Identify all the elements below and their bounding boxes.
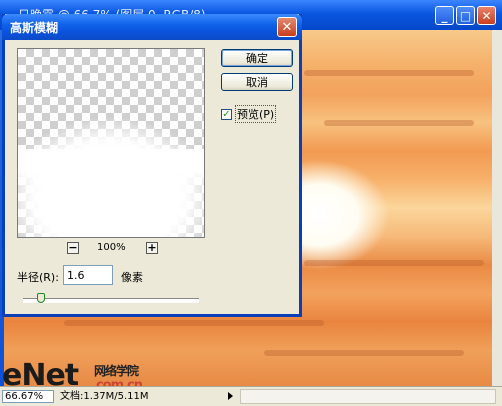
- cloud-streak: [304, 260, 484, 266]
- status-menu-arrow-icon[interactable]: [228, 392, 233, 400]
- cloud-streak: [304, 70, 474, 76]
- radius-slider-track[interactable]: [23, 298, 199, 303]
- cloud-streak: [264, 350, 464, 356]
- zoom-level-field[interactable]: 66.67%: [2, 390, 54, 403]
- radius-label: 半径(R):: [17, 271, 59, 284]
- radius-unit-label: 像素: [121, 271, 143, 284]
- preview-blurred-base: [18, 149, 204, 187]
- dialog-title: 高斯模糊: [10, 21, 59, 35]
- preview-label: 预览(P): [235, 105, 277, 123]
- cancel-button[interactable]: 取消: [221, 73, 293, 91]
- radius-input[interactable]: [63, 265, 113, 285]
- gaussian-blur-dialog: 高斯模糊 ✕ − 100% + 确定 取消 ✓ 预览(P) 半径(R): 像素: [2, 14, 302, 317]
- close-button[interactable]: ✕: [477, 6, 496, 25]
- vertical-scrollbar[interactable]: [492, 30, 502, 386]
- zoom-in-button[interactable]: +: [146, 242, 158, 254]
- status-bar: 66.67% 文档:1.37M/5.11M: [0, 386, 502, 406]
- cloud-streak: [324, 120, 474, 126]
- logo-subtitle: 网络学院: [94, 364, 139, 378]
- dialog-titlebar[interactable]: 高斯模糊 ✕: [2, 14, 302, 40]
- ok-button[interactable]: 确定: [221, 49, 293, 67]
- zoom-out-button[interactable]: −: [67, 242, 79, 254]
- horizontal-scrollbar[interactable]: [240, 389, 496, 404]
- dialog-close-button[interactable]: ✕: [277, 17, 297, 37]
- cloud-streak: [64, 320, 324, 326]
- document-size-info: 文档:1.37M/5.11M: [60, 391, 149, 402]
- radius-slider-thumb[interactable]: [36, 293, 45, 303]
- preview-checkbox[interactable]: ✓: [221, 108, 232, 120]
- preview-zoom-value: 100%: [97, 242, 126, 253]
- maximize-button[interactable]: □: [456, 6, 475, 25]
- blur-preview[interactable]: [17, 48, 205, 238]
- preview-checkbox-row[interactable]: ✓ 预览(P): [221, 105, 277, 123]
- minimize-button[interactable]: _: [435, 6, 454, 25]
